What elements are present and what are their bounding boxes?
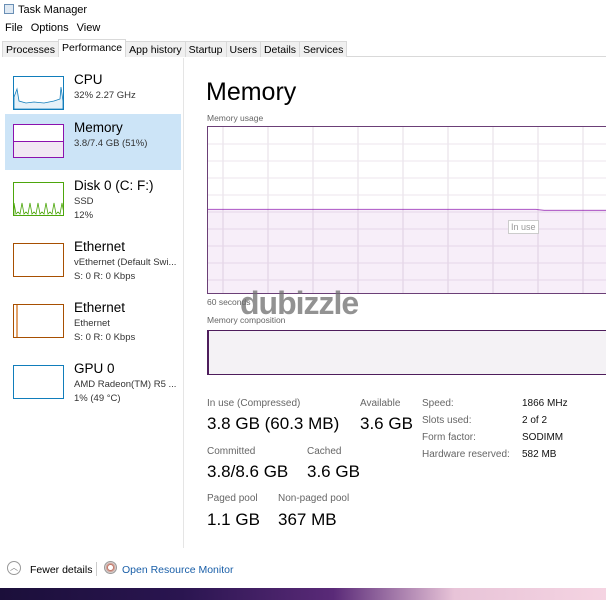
paged-pool-label: Paged pool <box>207 493 258 504</box>
thumbnail-graph <box>13 365 64 399</box>
nonpaged-pool-label: Non-paged pool <box>278 493 350 504</box>
sidebar-item-detail: AMD Radeon(TM) R5 ... <box>74 379 177 390</box>
thumbnail-graph <box>13 124 64 158</box>
paged-pool-value: 1.1 GB <box>207 510 260 529</box>
memory-usage-label: Memory usage <box>207 113 264 123</box>
sidebar-item-disk-0-c-f--2[interactable]: Disk 0 (C: F:) SSD 12% <box>5 172 181 228</box>
spec-value: SODIMM <box>522 432 564 443</box>
cached-value: 3.6 GB <box>307 462 360 481</box>
in-use-tooltip: In use <box>508 220 539 234</box>
spec-label: Slots used: <box>422 415 472 426</box>
available-label: Available <box>360 398 401 409</box>
tab-services[interactable]: Services <box>299 41 348 57</box>
menu-file[interactable]: File <box>5 22 23 34</box>
chevron-up-icon[interactable]: ︿ <box>7 561 21 575</box>
title-bar: Task Manager <box>0 0 606 20</box>
menu-bar: File Options View <box>5 22 100 34</box>
fewer-details-button[interactable]: Fewer details <box>30 564 92 576</box>
thumbnail-graph <box>13 304 64 338</box>
sidebar-item-detail-2: S: 0 R: 0 Kbps <box>74 271 136 282</box>
page-title: Memory <box>206 78 297 106</box>
memory-composition-bar <box>207 330 606 375</box>
cached-label: Cached <box>307 446 342 457</box>
sidebar-item-gpu-0-5[interactable]: GPU 0 AMD Radeon(TM) R5 ... 1% (49 °C) <box>5 355 181 411</box>
sidebar-item-name: CPU <box>74 72 103 87</box>
sidebar-item-name: Memory <box>74 120 123 135</box>
watermark-logo: dubizzle <box>240 285 359 321</box>
sidebar-item-detail-2: 1% (49 °C) <box>74 393 121 404</box>
sidebar-item-name: GPU 0 <box>74 361 115 376</box>
sidebar-item-detail: Ethernet <box>74 318 110 329</box>
divider <box>96 562 97 576</box>
sidebar-item-detail: vEthernet (Default Swi... <box>74 257 177 268</box>
tab-app-history[interactable]: App history <box>125 41 186 57</box>
open-resource-monitor-link[interactable]: Open Resource Monitor <box>122 564 233 576</box>
spec-value: 582 MB <box>522 449 557 460</box>
sidebar-item-name: Ethernet <box>74 300 126 315</box>
thumbnail-graph <box>13 76 64 110</box>
taskbar <box>0 588 606 600</box>
sidebar-item-detail: SSD <box>74 196 94 207</box>
task-manager-icon <box>4 4 14 14</box>
tab-startup[interactable]: Startup <box>184 41 227 57</box>
sidebar-item-name: Disk 0 (C: F:) <box>74 178 154 193</box>
window-title: Task Manager <box>18 4 88 16</box>
spec-label: Form factor: <box>422 432 476 443</box>
available-value: 3.6 GB <box>360 414 413 433</box>
in-use-label: In use (Compressed) <box>207 398 301 409</box>
in-use-value: 3.8 GB (60.3 MB) <box>207 414 340 433</box>
sidebar-item-detail-2: S: 0 R: 0 Kbps <box>74 332 136 343</box>
sidebar-item-ethernet-4[interactable]: Ethernet Ethernet S: 0 R: 0 Kbps <box>5 294 181 350</box>
menu-view[interactable]: View <box>77 22 101 34</box>
resource-monitor-icon <box>104 561 117 574</box>
nonpaged-pool-value: 367 MB <box>278 510 337 529</box>
tab-performance[interactable]: Performance <box>58 39 127 57</box>
memory-usage-graph: In use <box>207 126 606 294</box>
sidebar-item-detail: 3.8/7.4 GB (51%) <box>74 138 148 149</box>
committed-value: 3.8/8.6 GB <box>207 462 289 481</box>
memory-usage-chart <box>208 127 606 293</box>
sidebar-item-name: Ethernet <box>74 239 126 254</box>
spec-label: Hardware reserved: <box>422 449 510 460</box>
thumbnail-graph <box>13 243 64 277</box>
sidebar-item-detail: 32% 2.27 GHz <box>74 90 136 101</box>
menu-options[interactable]: Options <box>31 22 69 34</box>
sidebar: CPU 32% 2.27 GHz Memory 3.8/7.4 GB (51%)… <box>0 58 184 548</box>
thumbnail-graph <box>13 182 65 216</box>
usage-area <box>208 209 606 293</box>
committed-label: Committed <box>207 446 256 457</box>
tab-details[interactable]: Details <box>259 41 301 57</box>
tab-users[interactable]: Users <box>225 41 261 57</box>
tab-processes[interactable]: Processes <box>2 41 60 57</box>
sidebar-item-ethernet-3[interactable]: Ethernet vEthernet (Default Swi... S: 0 … <box>5 233 181 289</box>
tab-bar: Processes Performance App history Startu… <box>2 39 606 57</box>
spec-value: 1866 MHz <box>522 398 568 409</box>
spec-value: 2 of 2 <box>522 415 548 426</box>
sidebar-item-memory-1[interactable]: Memory 3.8/7.4 GB (51%) <box>5 114 181 170</box>
spec-label: Speed: <box>422 398 454 409</box>
footer: ︿ Fewer details Open Resource Monitor <box>0 556 606 586</box>
sidebar-item-detail-2: 12% <box>74 210 94 221</box>
